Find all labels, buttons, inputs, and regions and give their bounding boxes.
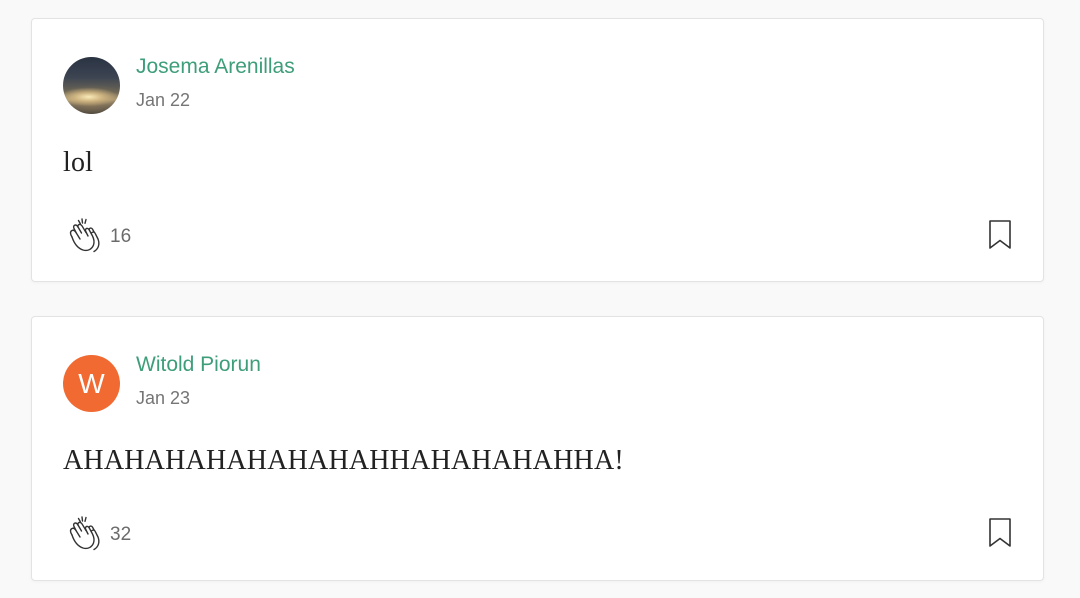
author-name-link[interactable]: Josema Arenillas <box>136 55 295 79</box>
bookmark-button[interactable] <box>987 517 1013 549</box>
clap-count[interactable]: 32 <box>110 524 131 546</box>
bookmark-icon <box>989 220 1011 249</box>
response-date[interactable]: Jan 22 <box>136 90 190 111</box>
clap-icon <box>69 516 100 551</box>
bookmark-button[interactable] <box>987 219 1013 251</box>
clap-button[interactable] <box>63 215 105 257</box>
clap-count[interactable]: 16 <box>110 226 131 248</box>
avatar[interactable] <box>63 57 120 114</box>
clap-icon <box>69 218 100 253</box>
response-card: W Witold Piorun Jan 23 AHAHAHAHAHAHAHAHH… <box>31 316 1044 581</box>
response-card: Josema Arenillas Jan 22 lol 16 <box>31 18 1044 282</box>
response-date[interactable]: Jan 23 <box>136 388 190 409</box>
response-text: AHAHAHAHAHAHAHAHHAHAHAHAHHA! <box>63 445 624 476</box>
clap-button[interactable] <box>63 513 105 555</box>
avatar[interactable]: W <box>63 355 120 412</box>
bookmark-icon <box>989 518 1011 547</box>
author-name-link[interactable]: Witold Piorun <box>136 353 261 377</box>
response-text: lol <box>63 147 94 178</box>
